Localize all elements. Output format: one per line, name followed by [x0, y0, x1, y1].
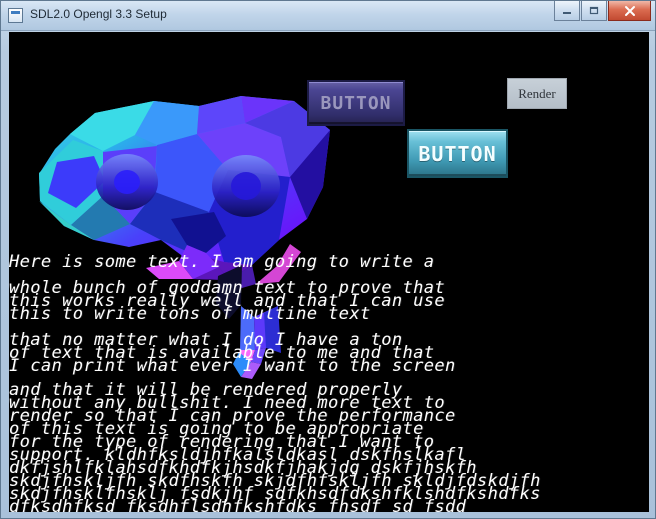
opengl-canvas[interactable]: BUTTON Render BUTTON Here is some text. …	[9, 32, 649, 512]
maximize-button[interactable]	[581, 1, 607, 21]
title-bar[interactable]: SDL2.0 Opengl 3.3 Setup	[1, 1, 655, 31]
purple-button[interactable]: BUTTON	[307, 80, 405, 126]
close-button[interactable]	[608, 1, 651, 21]
text-line: I can print what ever I want to the scre…	[9, 356, 456, 376]
maximize-icon	[589, 6, 599, 14]
minimize-button[interactable]	[554, 1, 580, 21]
render-stage: BUTTON Render BUTTON Here is some text. …	[9, 32, 649, 512]
text-line: Here is some text. I am going to write a	[9, 252, 435, 272]
render-button[interactable]: Render	[507, 78, 567, 109]
minimize-icon	[563, 11, 571, 14]
close-icon	[624, 5, 635, 16]
window-controls	[554, 1, 651, 21]
cyan-button[interactable]: BUTTON	[407, 129, 508, 178]
text-line: dfksdhfksd fksdhflsdhfkshfdks fhsdf sd f…	[9, 497, 467, 513]
app-window: SDL2.0 Opengl 3.3 Setup BUTTON Render BU…	[0, 0, 656, 519]
window-title: SDL2.0 Opengl 3.3 Setup	[30, 7, 167, 21]
app-icon	[8, 8, 23, 23]
text-line: this to write tons of multine text	[9, 304, 371, 324]
